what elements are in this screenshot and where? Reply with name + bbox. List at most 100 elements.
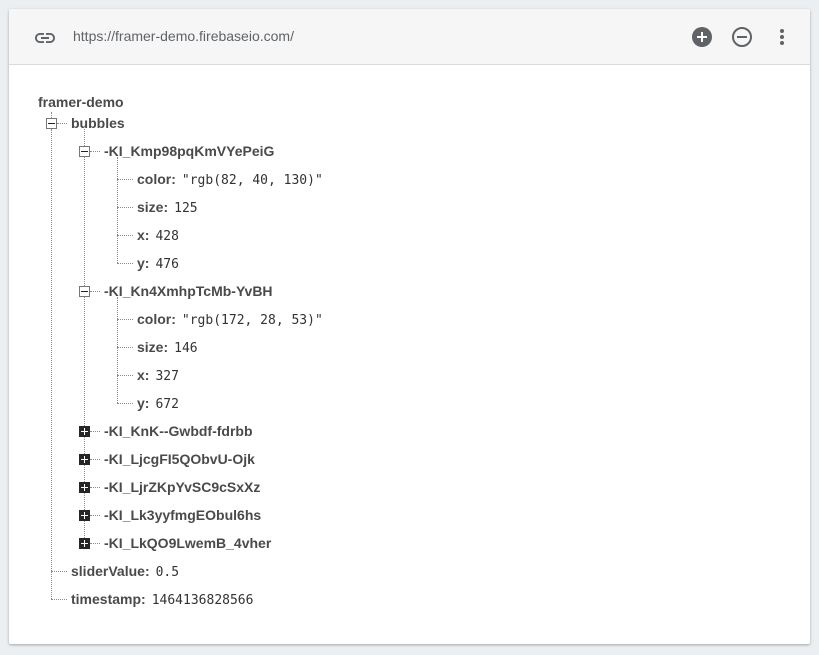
database-viewer-card: https://framer-demo.firebaseio.com/ fram… xyxy=(9,9,810,644)
node-key: y xyxy=(137,395,145,411)
tree-connector xyxy=(84,129,85,146)
toggle-plus-bar xyxy=(84,456,85,463)
tree-connector xyxy=(84,157,85,286)
node-value: 1464136828566 xyxy=(151,593,254,608)
tree-connector xyxy=(117,235,133,236)
node-value: 125 xyxy=(174,201,198,216)
tree-connector xyxy=(51,112,52,118)
tree-node-bubbles[interactable]: bubbles xyxy=(71,113,125,133)
toggle-plus-bar xyxy=(84,484,85,491)
expand-toggle[interactable] xyxy=(79,510,90,521)
tree-node-bubble[interactable]: -KI_LjrZKpYvSC9cSxXz xyxy=(104,477,260,497)
collapse-toggle[interactable] xyxy=(79,286,90,297)
expand-toggle[interactable] xyxy=(79,426,90,437)
node-key: y xyxy=(137,255,145,271)
node-key: color xyxy=(137,311,172,327)
tree-connector xyxy=(90,431,100,432)
more-vert-icon[interactable] xyxy=(770,25,794,49)
node-value: 428 xyxy=(155,229,179,244)
node-value: 672 xyxy=(155,397,179,412)
tree-connector xyxy=(84,493,85,510)
tree-connector xyxy=(57,123,67,124)
tree-connector xyxy=(84,465,85,482)
tree-connector xyxy=(84,521,85,538)
tree-field-timestamp[interactable]: timestamp: 1464136828566 xyxy=(71,589,253,609)
database-url[interactable]: https://framer-demo.firebaseio.com/ xyxy=(73,28,294,44)
tree-connector xyxy=(90,151,100,152)
add-circle-icon[interactable] xyxy=(690,25,714,49)
key-colon: : xyxy=(163,199,169,215)
tree-connector xyxy=(117,403,133,404)
tree-connector xyxy=(90,515,100,516)
toggle-plus-bar xyxy=(84,512,85,519)
expand-toggle[interactable] xyxy=(79,482,90,493)
key-colon: : xyxy=(144,255,150,271)
tree-node-bubble[interactable]: -KI_KnK--Gwbdf-fdrbb xyxy=(104,421,253,441)
url-bar: https://framer-demo.firebaseio.com/ xyxy=(9,9,810,65)
node-value: "rgb(172, 28, 53)" xyxy=(181,313,323,328)
node-key: size xyxy=(137,339,164,355)
node-key: -KI_Kmp98pqKmVYePeiG xyxy=(104,143,275,159)
node-key: -KI_LkQO9LwemB_4vher xyxy=(104,535,272,551)
tree-connector xyxy=(117,297,118,403)
toggle-minus-bar xyxy=(48,123,55,124)
tree-field-x[interactable]: x: 428 xyxy=(137,225,179,245)
tree-field-color[interactable]: color: "rgb(82, 40, 130)" xyxy=(137,169,323,189)
collapse-toggle[interactable] xyxy=(79,146,90,157)
tree-connector xyxy=(90,459,100,460)
tree-connector xyxy=(51,599,67,600)
tree-field-y[interactable]: y: 672 xyxy=(137,393,179,413)
tree-connector xyxy=(117,207,133,208)
node-key: -KI_LjrZKpYvSC9cSxXz xyxy=(104,479,261,495)
expand-toggle[interactable] xyxy=(79,538,90,549)
toggle-plus-bar xyxy=(84,428,85,435)
tree-connector xyxy=(51,129,52,599)
tree-field-color[interactable]: color: "rgb(172, 28, 53)" xyxy=(137,309,323,329)
node-key: -KI_KnK--Gwbdf-fdrbb xyxy=(104,423,253,439)
tree-connector xyxy=(117,347,133,348)
tree-connector xyxy=(90,543,100,544)
key-colon: : xyxy=(144,227,150,243)
key-colon: : xyxy=(163,339,169,355)
key-colon: : xyxy=(171,171,176,187)
tree-field-y[interactable]: y: 476 xyxy=(137,253,179,273)
tree-connector xyxy=(117,263,133,264)
node-key: x xyxy=(137,367,145,383)
toggle-minus-bar xyxy=(81,151,88,152)
key-colon: : xyxy=(144,367,150,383)
node-key: color xyxy=(137,171,172,187)
tree-root[interactable]: framer-demo xyxy=(38,94,124,110)
link-icon xyxy=(35,33,55,43)
key-colon: : xyxy=(141,591,146,607)
node-key: -KI_Lk3yyfmgEObul6hs xyxy=(104,507,262,523)
tree-node-bubble[interactable]: -KI_Lk3yyfmgEObul6hs xyxy=(104,505,261,525)
node-value: 327 xyxy=(155,369,179,384)
tree-node-bubble[interactable]: -KI_Kmp98pqKmVYePeiG xyxy=(104,141,274,161)
tree-connector xyxy=(117,179,133,180)
node-key: timestamp xyxy=(71,591,142,607)
tree-connector xyxy=(51,571,67,572)
tree-field-size[interactable]: size: 125 xyxy=(137,197,198,217)
tree-connector xyxy=(84,437,85,454)
node-value: "rgb(82, 40, 130)" xyxy=(181,173,323,188)
data-tree: framer-demo bubbles -KI_Kmp98pqKmVYePeiGc… xyxy=(9,64,810,644)
collapse-toggle[interactable] xyxy=(46,118,57,129)
tree-node-bubble[interactable]: -KI_Kn4XmhpTcMb-YvBH xyxy=(104,281,273,301)
tree-connector xyxy=(90,487,100,488)
tree-connector xyxy=(84,297,85,426)
tree-node-bubble[interactable]: -KI_LjcgFI5QObvU-Ojk xyxy=(104,449,255,469)
tree-connector xyxy=(117,157,118,263)
node-key: x xyxy=(137,227,145,243)
toggle-minus-bar xyxy=(81,291,88,292)
remove-circle-icon[interactable] xyxy=(730,25,754,49)
tree-field-x[interactable]: x: 327 xyxy=(137,365,179,385)
tree-field-slidervalue[interactable]: sliderValue: 0.5 xyxy=(71,561,179,581)
key-colon: : xyxy=(144,395,150,411)
node-key: -KI_LjcgFI5QObvU-Ojk xyxy=(104,451,255,467)
expand-toggle[interactable] xyxy=(79,454,90,465)
node-value: 146 xyxy=(174,341,198,356)
tree-connector xyxy=(117,375,133,376)
tree-field-size[interactable]: size: 146 xyxy=(137,337,198,357)
tree-connector xyxy=(90,291,100,292)
tree-node-bubble[interactable]: -KI_LkQO9LwemB_4vher xyxy=(104,533,271,553)
